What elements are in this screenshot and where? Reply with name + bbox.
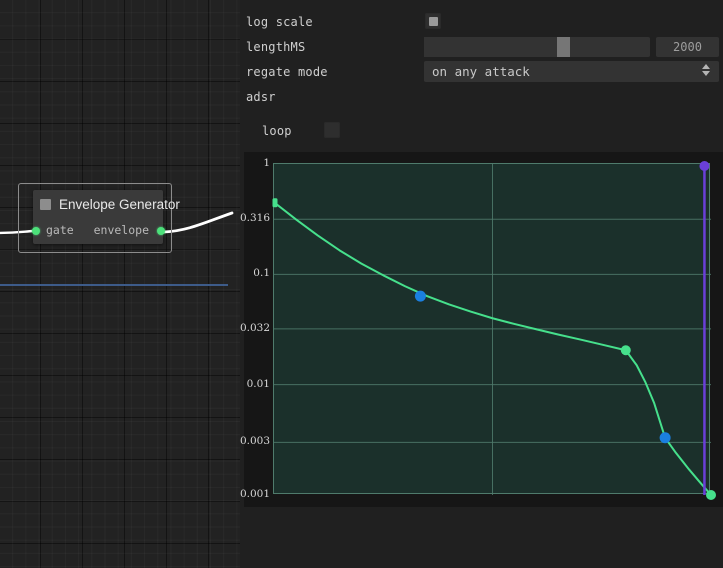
port-gate-dot[interactable]	[32, 227, 40, 235]
checkbox-loop[interactable]	[324, 122, 340, 138]
chart-y-tick-label: 0.001	[239, 488, 270, 500]
chart-y-tick-label: 0.003	[239, 435, 270, 448]
slider-length-ms-thumb[interactable]	[557, 37, 570, 57]
node-graph-canvas[interactable]: Envelope Generator gate envelope	[0, 0, 240, 568]
chevron-updown-icon[interactable]	[702, 64, 710, 76]
app-window: Envelope Generator gate envelope log sca…	[0, 0, 723, 568]
node-wires	[0, 211, 234, 235]
chart-plot-area[interactable]	[272, 161, 716, 500]
port-envelope-label: envelope	[93, 223, 149, 237]
numberfield-length-ms[interactable]: 2000	[656, 37, 719, 57]
node-square-icon	[40, 199, 51, 210]
row-log-scale: log scale	[246, 11, 313, 33]
slider-length-ms-track	[424, 37, 557, 57]
chart-y-tick-label: 1	[263, 157, 270, 169]
select-regate-mode[interactable]: on any attack	[424, 61, 719, 82]
label-loop: loop	[262, 124, 292, 138]
chart-y-tick-label: 0.01	[246, 377, 270, 390]
label-regate-mode: regate mode	[246, 65, 328, 79]
envelope-chart[interactable]: 1 0.316 0.1 0.032 0.01 0.003 0.001	[240, 152, 723, 507]
port-envelope-dot[interactable]	[157, 227, 165, 235]
parameter-panel: log scale lengthMS 2000 regate mode on a…	[240, 0, 723, 568]
label-log-scale: log scale	[246, 15, 313, 29]
checkbox-log-scale[interactable]	[425, 13, 441, 29]
select-regate-mode-value: on any attack	[432, 64, 530, 79]
node-ports: gate envelope	[32, 219, 165, 244]
chart-y-tick-label: 0.032	[239, 321, 270, 334]
row-adsr: adsr	[246, 86, 276, 108]
chart-y-tick-label: 0.316	[239, 212, 270, 225]
node-envelope-generator[interactable]: Envelope Generator gate envelope	[32, 190, 180, 244]
row-loop: loop	[262, 120, 340, 142]
label-length-ms: lengthMS	[246, 40, 306, 54]
numberfield-length-ms-value: 2000	[673, 40, 702, 54]
node-title: Envelope Generator	[59, 197, 180, 212]
chart-y-tick-label: 0.1	[253, 267, 270, 280]
row-length-ms: lengthMS	[246, 36, 305, 58]
slider-length-ms[interactable]	[424, 37, 650, 57]
port-gate-label: gate	[46, 223, 74, 237]
checkbox-log-scale-mark	[428, 16, 438, 26]
label-adsr: adsr	[246, 90, 276, 104]
row-regate-mode: regate mode	[246, 61, 328, 83]
chart-svg	[272, 161, 716, 500]
node-header[interactable]: Envelope Generator	[33, 190, 180, 219]
chart-y-axis: 1 0.316 0.1 0.032 0.01 0.003 0.001	[240, 152, 273, 507]
